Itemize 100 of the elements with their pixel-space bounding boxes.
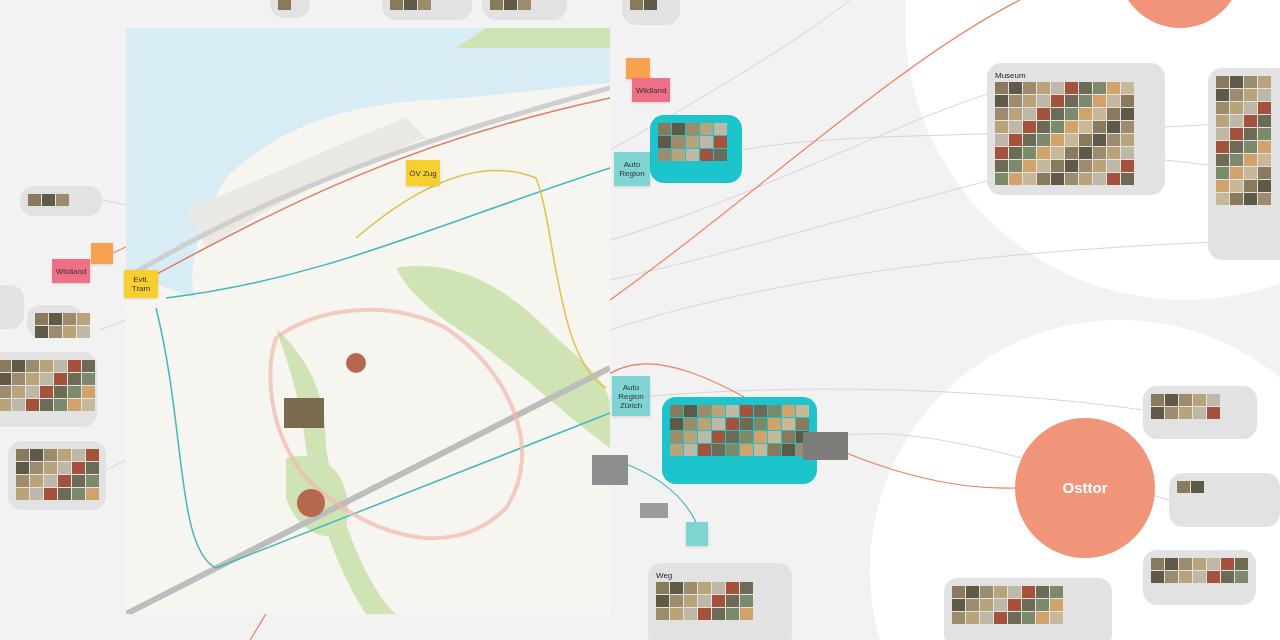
photo-thumbnail <box>1207 571 1220 583</box>
photo-thumbnail <box>1037 160 1050 172</box>
photo-thumbnail <box>63 326 76 338</box>
photo-thumbnail <box>796 405 809 417</box>
photo-thumbnail <box>72 449 85 461</box>
photo-thumbnail <box>72 475 85 487</box>
photo-thumbnail <box>754 444 767 456</box>
photo-thumbnail <box>1258 102 1271 114</box>
photo-thumbnail <box>58 462 71 474</box>
photo-thumbnail <box>1258 167 1271 179</box>
photo-thumbnail <box>42 194 55 206</box>
photo-thumbnail <box>684 444 697 456</box>
photo-thumbnail <box>30 488 43 500</box>
photo-thumbnail <box>418 0 431 10</box>
photo-thumbnail <box>44 449 57 461</box>
photo-thumbnail <box>28 194 41 206</box>
photo-thumbnail <box>980 586 993 598</box>
photo-thumbnail <box>1216 102 1229 114</box>
photo-thumbnail <box>1216 141 1229 153</box>
photo-thumbnail <box>952 612 965 624</box>
photo-thumbnail <box>1009 173 1022 185</box>
photo-thumbnail <box>1009 147 1022 159</box>
photo-thumbnail <box>1079 173 1092 185</box>
photo-thumbnail <box>1193 407 1206 419</box>
photo-thumbnail <box>740 582 753 594</box>
photo-thumbnail <box>1258 180 1271 192</box>
photo-thumbnail <box>44 475 57 487</box>
photo-thumbnail <box>1023 121 1036 133</box>
photo-thumbnail <box>0 373 11 385</box>
photo-thumbnail <box>1121 147 1134 159</box>
photo-thumbnail <box>740 431 753 443</box>
photo <box>592 455 628 485</box>
photo-thumbnail <box>1079 95 1092 107</box>
photo-thumbnail <box>1107 108 1120 120</box>
photo-thumbnail <box>1235 558 1248 570</box>
photo-thumbnail <box>77 313 90 325</box>
photo-thumbnail <box>1079 160 1092 172</box>
photo-thumbnail <box>49 313 62 325</box>
photo-thumbnail <box>68 373 81 385</box>
photo-thumbnail <box>68 386 81 398</box>
photo-thumbnail <box>1244 128 1257 140</box>
photo-thumbnail <box>58 488 71 500</box>
photo-thumbnail <box>1037 147 1050 159</box>
photo-thumbnail <box>995 108 1008 120</box>
photo-thumbnail <box>1023 82 1036 94</box>
photo-thumbnail <box>670 418 683 430</box>
photo-thumbnail <box>966 586 979 598</box>
photo-thumbnail <box>1230 154 1243 166</box>
photo-thumbnail <box>670 608 683 620</box>
photo-thumbnail <box>0 360 11 372</box>
photo-thumbnail <box>16 462 29 474</box>
photo-thumbnail <box>1079 108 1092 120</box>
photo-thumbnail <box>1244 154 1257 166</box>
photo-thumbnail <box>1244 167 1257 179</box>
sticky-note: Wildland <box>52 259 90 283</box>
photo-thumbnail <box>1065 160 1078 172</box>
sticky-note: ÖV Zug <box>406 160 440 186</box>
photo-thumbnail <box>12 373 25 385</box>
photo-thumbnail <box>1037 82 1050 94</box>
photo-thumbnail <box>16 449 29 461</box>
photo-thumbnail <box>1107 147 1120 159</box>
photo-thumbnail <box>994 586 1007 598</box>
photo-thumbnail <box>754 418 767 430</box>
photo-thumbnail <box>740 595 753 607</box>
card-title: Museum <box>995 71 1026 80</box>
photo-thumbnail <box>1107 95 1120 107</box>
photo-thumbnail <box>30 475 43 487</box>
photo-thumbnail <box>1093 121 1106 133</box>
photo-thumbnail <box>1065 134 1078 146</box>
photo-thumbnail <box>740 444 753 456</box>
photo-thumbnail <box>16 475 29 487</box>
photo-thumbnail <box>26 360 39 372</box>
photo-thumbnail <box>86 488 99 500</box>
photo-thumbnail <box>966 599 979 611</box>
photo-thumbnail <box>56 194 69 206</box>
photo-thumbnail <box>782 418 795 430</box>
photo-thumbnail <box>670 595 683 607</box>
photo-thumbnail <box>1179 407 1192 419</box>
connector-line <box>99 319 127 331</box>
photo <box>803 432 848 460</box>
photo-thumbnail <box>712 431 725 443</box>
photo-thumbnail <box>952 599 965 611</box>
photo-thumbnail <box>35 326 48 338</box>
photo-thumbnail <box>995 160 1008 172</box>
photo-thumbnail <box>54 360 67 372</box>
photo-thumbnail <box>1165 394 1178 406</box>
photo-thumbnail <box>44 488 57 500</box>
photo-thumbnail <box>12 360 25 372</box>
photo-thumbnail <box>1037 173 1050 185</box>
photo-thumbnail <box>1244 141 1257 153</box>
photo-thumbnail <box>995 121 1008 133</box>
photo-thumbnail <box>1258 141 1271 153</box>
photo-thumbnail <box>35 313 48 325</box>
photo-thumbnail <box>684 418 697 430</box>
photo-thumbnail <box>672 123 685 135</box>
photo-thumbnail <box>1258 76 1271 88</box>
photo-thumbnail <box>1079 82 1092 94</box>
photo-thumbnail <box>796 418 809 430</box>
photo-thumbnail <box>712 444 725 456</box>
photo-thumbnail <box>490 0 503 10</box>
